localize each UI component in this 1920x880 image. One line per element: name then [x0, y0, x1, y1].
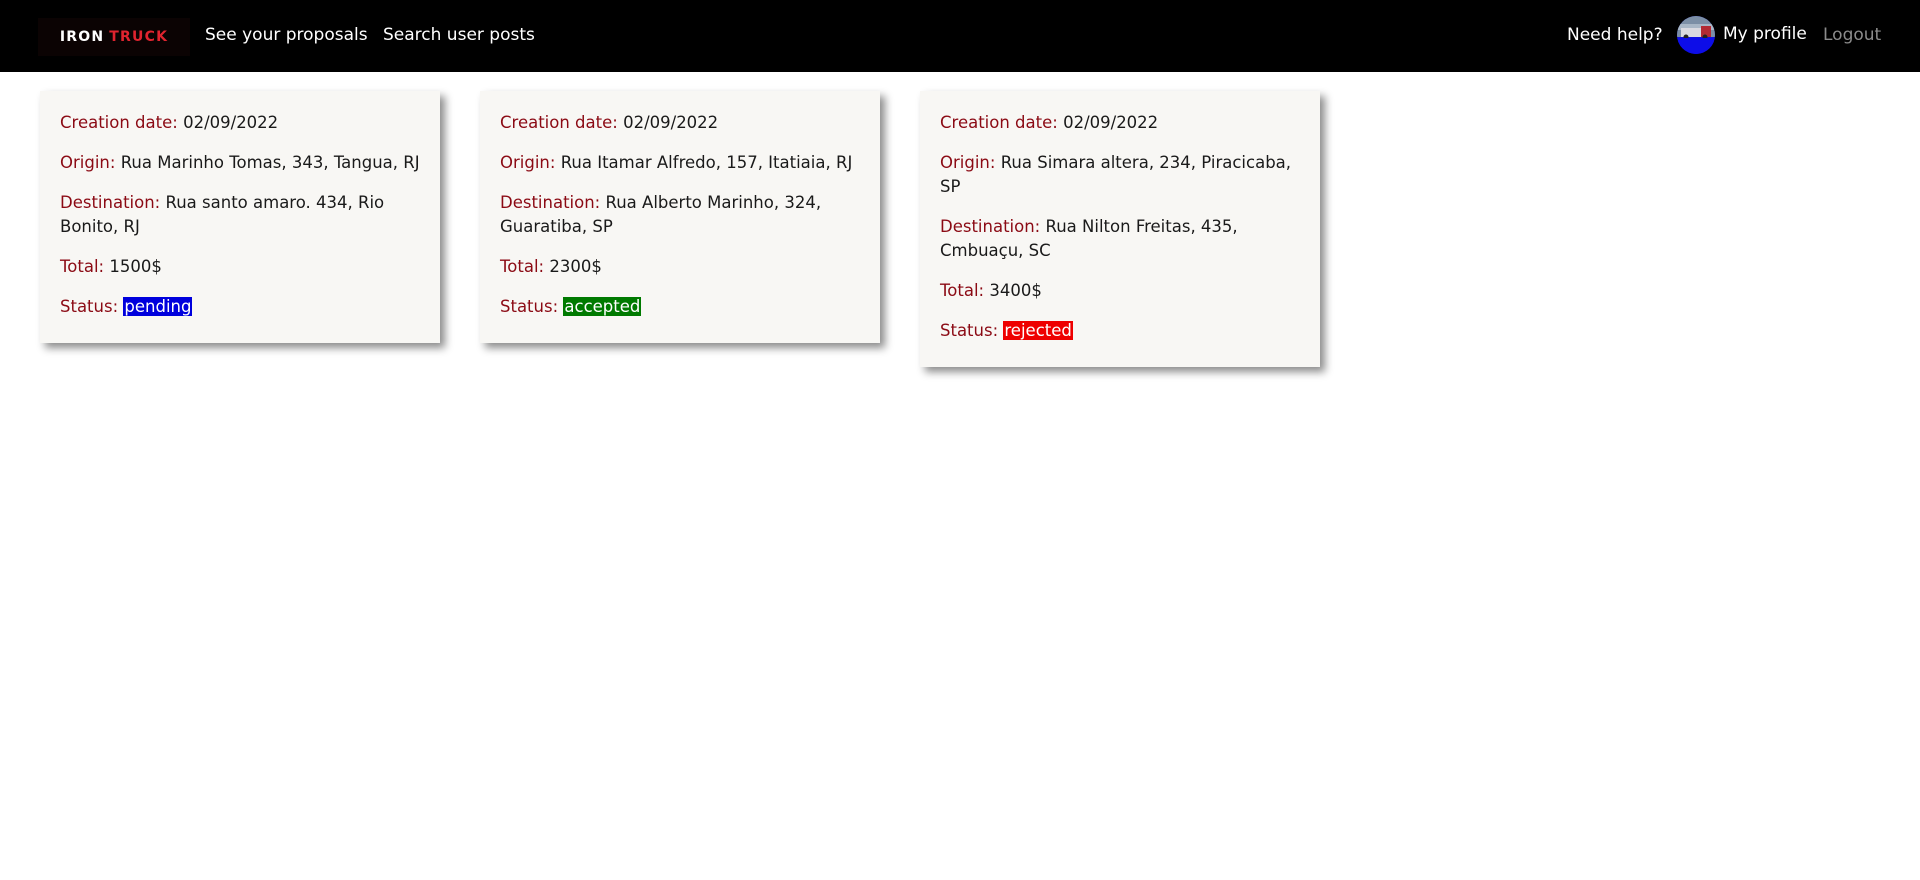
destination-row: Destination: Rua Alberto Marinho, 324, G…	[500, 191, 860, 239]
status-label: Status:	[60, 297, 119, 316]
proposal-card: Creation date: 02/09/2022 Origin: Rua Ma…	[40, 91, 440, 343]
nav-link-search-posts[interactable]: Search user posts	[383, 24, 535, 46]
brand-logo[interactable]: IRON TRUCK	[38, 18, 190, 56]
creation-date-value: 02/09/2022	[183, 113, 279, 132]
destination-row: Destination: Rua Nilton Freitas, 435, Cm…	[940, 215, 1300, 263]
origin-label: Origin:	[500, 153, 556, 172]
total-label: Total:	[940, 281, 985, 300]
nav-link-my-profile[interactable]: My profile	[1723, 23, 1807, 45]
destination-label: Destination:	[940, 217, 1041, 236]
status-label: Status:	[500, 297, 559, 316]
creation-date-row: Creation date: 02/09/2022	[500, 111, 860, 135]
origin-row: Origin: Rua Simara altera, 234, Piracica…	[940, 151, 1300, 199]
creation-date-row: Creation date: 02/09/2022	[60, 111, 420, 135]
total-label: Total:	[60, 257, 105, 276]
creation-date-label: Creation date:	[500, 113, 618, 132]
creation-date-label: Creation date:	[940, 113, 1058, 132]
top-navbar: IRON TRUCK See your proposals Search use…	[0, 0, 1920, 72]
proposal-card: Creation date: 02/09/2022 Origin: Rua It…	[480, 91, 880, 343]
status-row: Status: pending	[60, 295, 420, 319]
origin-label: Origin:	[60, 153, 116, 172]
nav-link-proposals[interactable]: See your proposals	[205, 24, 368, 46]
origin-row: Origin: Rua Marinho Tomas, 343, Tangua, …	[60, 151, 420, 175]
total-row: Total: 2300$	[500, 255, 860, 279]
destination-label: Destination:	[500, 193, 601, 212]
status-row: Status: accepted	[500, 295, 860, 319]
nav-link-logout[interactable]: Logout	[1823, 24, 1881, 46]
total-value: 3400$	[989, 281, 1042, 300]
destination-row: Destination: Rua santo amaro. 434, Rio B…	[60, 191, 420, 239]
total-value: 1500$	[109, 257, 162, 276]
total-value: 2300$	[549, 257, 602, 276]
origin-label: Origin:	[940, 153, 996, 172]
nav-link-help[interactable]: Need help?	[1567, 24, 1663, 46]
status-badge: rejected	[1003, 321, 1073, 340]
status-label: Status:	[940, 321, 999, 340]
creation-date-value: 02/09/2022	[623, 113, 719, 132]
brand-word-truck: TRUCK	[109, 29, 169, 45]
status-badge: pending	[123, 297, 193, 316]
status-badge: accepted	[563, 297, 642, 316]
origin-row: Origin: Rua Itamar Alfredo, 157, Itatiai…	[500, 151, 860, 175]
destination-label: Destination:	[60, 193, 161, 212]
total-label: Total:	[500, 257, 545, 276]
total-row: Total: 1500$	[60, 255, 420, 279]
profile-avatar-icon[interactable]	[1677, 16, 1715, 54]
brand-word-iron: IRON	[59, 29, 105, 45]
origin-value: Rua Marinho Tomas, 343, Tangua, RJ	[120, 153, 420, 172]
proposal-card: Creation date: 02/09/2022 Origin: Rua Si…	[920, 91, 1320, 367]
creation-date-label: Creation date:	[60, 113, 178, 132]
status-row: Status: rejected	[940, 319, 1300, 343]
origin-value: Rua Itamar Alfredo, 157, Itatiaia, RJ	[560, 153, 853, 172]
creation-date-row: Creation date: 02/09/2022	[940, 111, 1300, 135]
total-row: Total: 3400$	[940, 279, 1300, 303]
creation-date-value: 02/09/2022	[1063, 113, 1159, 132]
